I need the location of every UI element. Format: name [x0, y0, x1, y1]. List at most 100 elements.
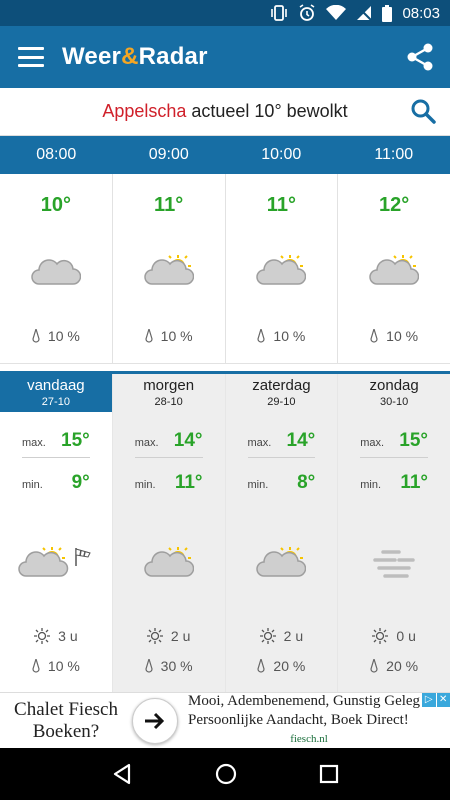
- hour-column[interactable]: 11° 10 %: [226, 174, 339, 363]
- cloud-icon: [31, 259, 81, 285]
- raindrop-icon: [370, 659, 378, 673]
- vibrate-icon: [271, 5, 288, 21]
- hour-column[interactable]: 11° 10 %: [113, 174, 226, 363]
- day-precip: 30 %: [113, 658, 225, 674]
- ad-arrow-button[interactable]: [132, 697, 178, 744]
- raindrop-icon: [32, 329, 40, 343]
- back-icon[interactable]: [111, 763, 133, 785]
- hour-column[interactable]: 10° 10 %: [0, 174, 113, 363]
- system-nav-bar: [0, 748, 450, 800]
- day-header: morgen 28-10: [113, 374, 225, 412]
- hour-time: 08:00: [36, 146, 77, 163]
- hour-precip: 10 %: [113, 328, 225, 344]
- sunshine-hours: 0 u: [338, 628, 450, 644]
- hour-temp: 12°: [379, 194, 410, 216]
- partly-sunny-icon: [143, 547, 194, 577]
- max-temp-row: max. 15°: [22, 430, 90, 458]
- wifi-icon: [326, 5, 347, 20]
- app-logo: Weer&Radar: [62, 43, 208, 70]
- hour-time: 09:00: [148, 146, 189, 163]
- section-divider: [0, 364, 450, 374]
- partly-sunny-windy-icon: [18, 547, 91, 577]
- search-icon[interactable]: [410, 98, 436, 124]
- sun-icon: [146, 628, 163, 644]
- raindrop-icon: [145, 329, 153, 343]
- hour-precip: 10 %: [338, 328, 450, 344]
- sunshine-hours: 3 u: [0, 628, 112, 644]
- ad-info-icon: ▷: [422, 693, 436, 707]
- day-precip: 10 %: [0, 658, 112, 674]
- max-temp-row: max. 14°: [134, 430, 203, 458]
- partly-sunny-icon: [256, 547, 307, 577]
- day-name: vandaag: [27, 377, 85, 394]
- sunshine-hours: 2 u: [226, 628, 338, 644]
- sun-icon: [372, 628, 389, 644]
- ad-headline: Chalet Fiesch Boeken?: [14, 698, 118, 742]
- raindrop-icon: [370, 329, 378, 343]
- partly-sunny-icon: [143, 255, 194, 285]
- arrow-right-icon: [145, 712, 165, 729]
- day-name: zaterdag: [252, 377, 311, 394]
- raindrop-icon: [32, 659, 40, 673]
- app-bar: Weer&Radar: [0, 26, 450, 88]
- sun-icon: [259, 628, 276, 644]
- hour-column[interactable]: 12° 10 %: [338, 174, 450, 363]
- ad-choices-badge[interactable]: ▷ ✕: [422, 693, 450, 707]
- ad-banner[interactable]: Chalet Fiesch Boeken? Mooi, Adembenemend…: [0, 692, 450, 748]
- min-temp-row: min. 9°: [22, 472, 90, 493]
- ad-close-icon: ✕: [436, 693, 450, 707]
- day-name: zondag: [369, 377, 419, 394]
- hourly-header: 08:00 09:00 10:00 11:00: [0, 136, 450, 174]
- fog-icon: [373, 550, 415, 578]
- day-header: vandaag 27-10: [0, 374, 112, 412]
- day-date: 28-10: [154, 396, 183, 408]
- hour-temp: 11°: [154, 194, 184, 216]
- sunshine-hours: 2 u: [113, 628, 225, 644]
- hour-precip: 10 %: [0, 328, 112, 344]
- hour-temp: 10°: [40, 194, 71, 216]
- day-name: morgen: [143, 377, 195, 394]
- day-column[interactable]: zaterdag 29-10 max. 14° min. 8° 2 u 20 %: [225, 374, 339, 692]
- ad-domain: fiesch.nl: [290, 733, 328, 745]
- ad-body: Mooi, Adembenemend, Gunstig Geleg Persoo…: [178, 692, 450, 749]
- min-temp-row: min. 11°: [134, 472, 203, 493]
- home-icon[interactable]: [215, 763, 237, 785]
- day-date: 27-10: [41, 396, 70, 408]
- hour-time: 10:00: [261, 146, 302, 163]
- day-column[interactable]: morgen 28-10 max. 14° min. 11° 2 u 30 %: [112, 374, 226, 692]
- max-temp-row: max. 15°: [360, 430, 428, 458]
- raindrop-icon: [145, 659, 153, 673]
- share-icon[interactable]: [404, 41, 436, 73]
- day-header: zondag 30-10: [338, 374, 450, 412]
- alarm-icon: [300, 4, 315, 21]
- location-name: Appelscha: [102, 101, 187, 121]
- status-bar: 08:03: [0, 0, 450, 26]
- current-location-bar[interactable]: Appelscha actueel 10° bewolkt: [0, 88, 450, 136]
- current-conditions: actueel 10° bewolkt: [186, 101, 348, 121]
- raindrop-icon: [257, 329, 266, 343]
- battery-icon: [382, 4, 393, 22]
- sun-icon: [34, 628, 51, 644]
- min-temp-row: min. 8°: [247, 472, 316, 493]
- min-temp-row: min. 11°: [360, 472, 428, 493]
- no-signal-icon: [357, 6, 373, 21]
- recents-icon[interactable]: [319, 764, 339, 784]
- day-date: 29-10: [267, 396, 296, 408]
- day-column[interactable]: vandaag 27-10 max. 15° min. 9° 3 u 10 %: [0, 374, 113, 692]
- hour-time: 11:00: [374, 146, 414, 163]
- daily-forecast: vandaag 27-10 max. 15° min. 9° 3 u 10 % mo…: [0, 374, 450, 692]
- day-precip: 20 %: [338, 658, 450, 674]
- partly-sunny-icon: [369, 255, 420, 285]
- max-temp-row: max. 14°: [247, 430, 316, 458]
- hour-temp: 11°: [266, 194, 296, 216]
- raindrop-icon: [257, 659, 266, 673]
- day-date: 30-10: [380, 396, 409, 408]
- hourly-forecast: 10° 10 % 11° 10 % 11° 10 % 12° 10 %: [0, 174, 450, 364]
- menu-icon[interactable]: [18, 47, 44, 67]
- day-header: zaterdag 29-10: [226, 374, 338, 412]
- day-precip: 20 %: [226, 658, 338, 674]
- status-time: 08:03: [402, 4, 440, 22]
- day-column[interactable]: zondag 30-10 max. 15° min. 11° 0 u 20 %: [338, 374, 450, 692]
- partly-sunny-icon: [256, 255, 307, 285]
- hour-precip: 10 %: [226, 328, 338, 344]
